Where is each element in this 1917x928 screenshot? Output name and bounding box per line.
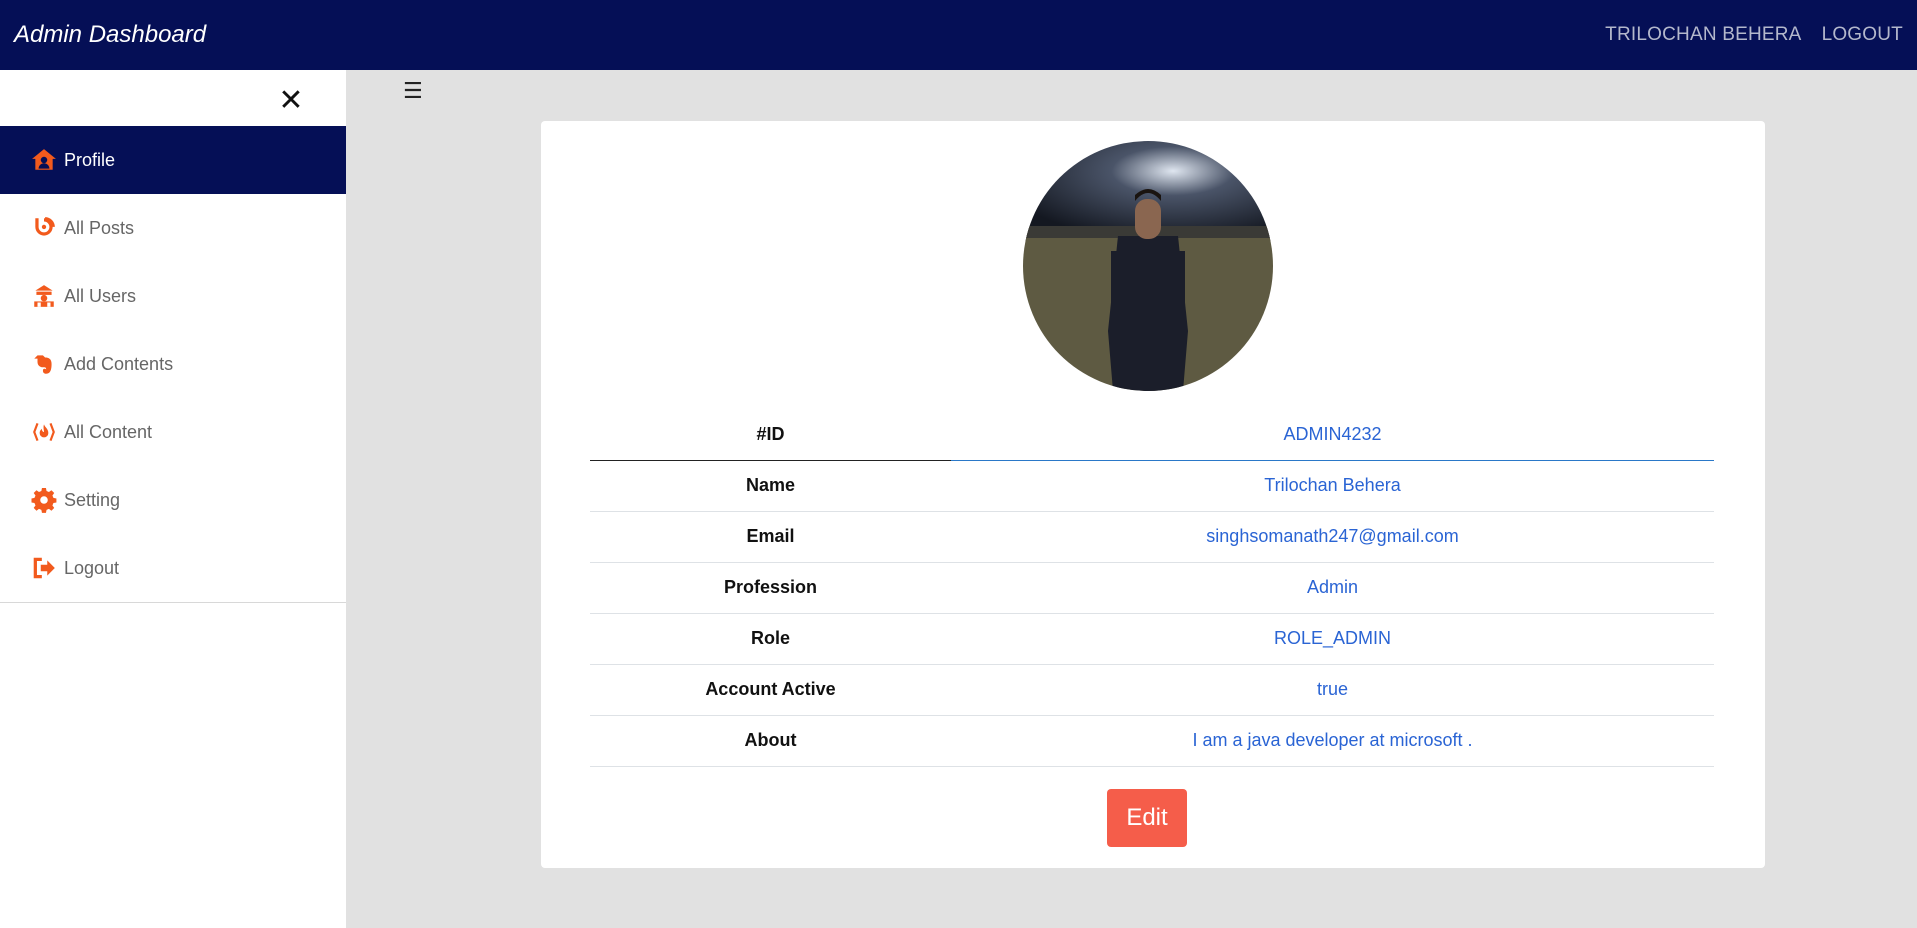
sidebar-nav: Profile All Posts All Users Add Contents…	[0, 126, 346, 603]
row-key: Account Active	[590, 664, 951, 716]
table-row: Account Active true	[590, 664, 1714, 716]
table-row: Email singhsomanath247@gmail.com	[590, 511, 1714, 563]
sidebar-item-profile[interactable]: Profile	[0, 126, 346, 194]
home-user-icon	[30, 147, 58, 173]
sign-out-icon	[30, 555, 58, 581]
table-row: #ID ADMIN4232	[590, 409, 1714, 461]
row-value: I am a java developer at microsoft .	[951, 715, 1714, 767]
edit-button[interactable]: Edit	[1107, 789, 1187, 847]
sidebar-item-add-contents[interactable]: Add Contents	[0, 330, 346, 398]
sidebar-item-all-users[interactable]: All Users	[0, 262, 346, 330]
fire-code-icon	[30, 419, 58, 445]
sidebar-item-setting[interactable]: Setting	[0, 466, 346, 534]
sidebar-item-label: Profile	[64, 149, 116, 170]
sidebar-item-all-posts[interactable]: All Posts	[0, 194, 346, 262]
sidebar-item-logout[interactable]: Logout	[0, 534, 346, 602]
main-content: ☰ #ID ADMIN4232 Name Trilochan Behera Em…	[346, 70, 1917, 928]
row-key: Profession	[590, 562, 951, 614]
top-navbar: Admin Dashboard TRILOCHAN BEHERA LOGOUT	[0, 0, 1917, 70]
table-row: About I am a java developer at microsoft…	[590, 715, 1714, 767]
brand-title[interactable]: Admin Dashboard	[14, 21, 206, 49]
blogger-icon	[30, 215, 58, 241]
sidebar-item-label: All Posts	[64, 217, 135, 238]
hamburger-icon[interactable]: ☰	[403, 78, 423, 104]
profile-avatar	[1023, 141, 1273, 391]
row-key: Role	[590, 613, 951, 665]
table-row: Profession Admin	[590, 562, 1714, 614]
profile-card: #ID ADMIN4232 Name Trilochan Behera Emai…	[541, 121, 1765, 868]
row-key: Name	[590, 460, 951, 512]
profile-table: #ID ADMIN4232 Name Trilochan Behera Emai…	[590, 409, 1714, 767]
sidebar-item-label: All Content	[64, 421, 153, 442]
row-value: singhsomanath247@gmail.com	[951, 511, 1714, 563]
close-icon[interactable]: ✕	[278, 86, 304, 116]
top-nav-links: TRILOCHAN BEHERA LOGOUT	[1605, 24, 1903, 46]
table-row: Name Trilochan Behera	[590, 460, 1714, 512]
row-value: Admin	[951, 562, 1714, 614]
sidebar-item-label: Logout	[64, 557, 120, 578]
sidebar-header: ✕	[0, 70, 346, 126]
sidebar-item-label: Setting	[64, 489, 121, 510]
user-name-link[interactable]: TRILOCHAN BEHERA	[1605, 24, 1801, 46]
row-key: About	[590, 715, 951, 767]
gear-icon	[30, 487, 58, 513]
table-row: Role ROLE_ADMIN	[590, 613, 1714, 665]
sidebar-item-all-content[interactable]: All Content	[0, 398, 346, 466]
users-icon	[30, 283, 58, 309]
row-value: ROLE_ADMIN	[951, 613, 1714, 665]
evernote-icon	[30, 351, 58, 377]
profile-photo	[1023, 141, 1273, 391]
row-value: true	[951, 664, 1714, 716]
sidebar: ✕ Profile All Posts All Users Add Conten…	[0, 70, 346, 928]
row-value: Trilochan Behera	[951, 460, 1714, 512]
row-value: ADMIN4232	[951, 409, 1714, 461]
row-key: Email	[590, 511, 951, 563]
sidebar-item-label: All Users	[64, 285, 137, 306]
sidebar-item-label: Add Contents	[64, 353, 174, 374]
logout-link[interactable]: LOGOUT	[1822, 24, 1903, 46]
row-key: #ID	[590, 409, 951, 461]
